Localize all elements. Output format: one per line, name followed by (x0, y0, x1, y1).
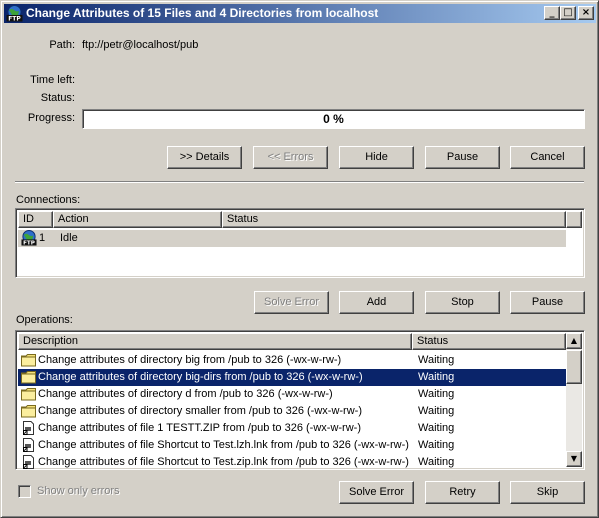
progress-label: Progress: (27, 112, 75, 124)
errors-button[interactable]: << Errors (253, 146, 328, 169)
stop-connection-button[interactable]: Stop (425, 291, 500, 314)
operation-row[interactable]: Change attributes of file Shortcut to Te… (18, 437, 566, 454)
column-header-status[interactable]: Status (222, 211, 566, 228)
path-value: ftp://petr@localhost/pub (82, 39, 199, 51)
ftp-globe-icon: FTP (21, 230, 37, 246)
window-title: Change Attributes of 15 Files and 4 Dire… (26, 6, 379, 20)
stop-connection-label: Stop (451, 296, 474, 308)
operation-description: Change attributes of file Shortcut to Te… (38, 456, 409, 468)
pause-connection-button[interactable]: Pause (510, 291, 585, 314)
operation-description: Change attributes of directory d from /p… (38, 388, 333, 400)
details-button[interactable]: >> Details (167, 146, 242, 169)
close-button[interactable]: × (578, 6, 594, 20)
change-attributes-dialog: FTP Change Attributes of 15 Files and 4 … (0, 0, 599, 518)
pause-button[interactable]: Pause (425, 146, 500, 169)
folder-icon (21, 387, 36, 401)
connection-solve-error-label: Solve Error (263, 296, 320, 308)
operation-status: Waiting (418, 371, 455, 383)
path-label: Path: (49, 39, 75, 51)
column-header-description[interactable]: Description (18, 333, 412, 350)
scroll-down-button[interactable]: ▼ (566, 451, 582, 467)
connections-label: Connections: (16, 194, 81, 206)
operation-status: Waiting (418, 405, 455, 417)
operation-description: Change attributes of directory big-dirs … (38, 371, 363, 383)
solve-error-label: Solve Error (348, 486, 405, 498)
separator (15, 181, 584, 183)
column-header-filler (566, 211, 582, 228)
svg-text:FTP: FTP (23, 241, 35, 246)
connection-action: Idle (60, 232, 78, 244)
scroll-thumb[interactable] (566, 350, 582, 384)
maximize-button[interactable]: □ (560, 6, 576, 20)
folder-icon (21, 404, 36, 418)
retry-label: Retry (449, 486, 476, 498)
operation-row[interactable]: Change attributes of file Shortcut to Te… (18, 454, 566, 469)
operation-description: Change attributes of file 1 TESTT.ZIP fr… (38, 422, 361, 434)
operation-status: Waiting (418, 456, 455, 468)
file-shortcut-icon (21, 421, 36, 435)
solve-error-button[interactable]: Solve Error (339, 481, 414, 504)
operation-row[interactable]: Change attributes of directory smaller f… (18, 403, 566, 420)
folder-icon (21, 370, 36, 384)
operation-status: Waiting (418, 439, 455, 451)
hide-button[interactable]: Hide (339, 146, 414, 169)
operation-row[interactable]: Change attributes of file 1 TESTT.ZIP fr… (18, 420, 566, 437)
file-shortcut-icon (21, 438, 36, 452)
scroll-up-button[interactable]: ▲ (566, 333, 582, 349)
skip-label: Skip (536, 486, 559, 498)
progress-bar: 0 % (82, 109, 585, 129)
show-only-errors-checkbox[interactable] (18, 485, 31, 498)
cancel-button[interactable]: Cancel (510, 146, 585, 169)
operation-row[interactable]: Change attributes of directory d from /p… (18, 386, 566, 403)
operation-description: Change attributes of file Shortcut to Te… (38, 439, 409, 451)
connection-solve-error-button[interactable]: Solve Error (254, 291, 329, 314)
pause-label: Pause (446, 151, 479, 163)
folder-icon (21, 353, 36, 367)
time-left-label: Time left: (30, 74, 75, 86)
status-label: Status: (40, 92, 75, 104)
minimize-button[interactable]: _ (544, 6, 560, 20)
hide-label: Hide (365, 151, 388, 163)
progress-percent: 0 % (323, 112, 344, 126)
ftp-globe-icon: FTP (6, 5, 23, 22)
show-only-errors-label[interactable]: Show only errors (37, 485, 120, 497)
title-bar[interactable]: FTP Change Attributes of 15 Files and 4 … (4, 4, 596, 23)
connections-list[interactable]: ID Action Status FTP 1 Idle (15, 208, 585, 278)
add-connection-button[interactable]: Add (339, 291, 414, 314)
column-header-op-status[interactable]: Status (412, 333, 566, 350)
operations-scrollbar[interactable]: ▲ ▼ (566, 333, 582, 467)
retry-button[interactable]: Retry (425, 481, 500, 504)
operation-status: Waiting (418, 422, 455, 434)
operations-label: Operations: (16, 314, 73, 326)
operations-list[interactable]: Description Status Change attributes of … (15, 330, 585, 470)
operation-row[interactable]: Change attributes of directory big from … (18, 352, 566, 369)
add-connection-label: Add (366, 296, 387, 308)
file-shortcut-icon (21, 455, 36, 469)
operation-status: Waiting (418, 388, 455, 400)
operation-status: Waiting (418, 354, 455, 366)
skip-button[interactable]: Skip (510, 481, 585, 504)
operation-description: Change attributes of directory smaller f… (38, 405, 362, 417)
errors-label: << Errors (267, 151, 314, 163)
column-header-action[interactable]: Action (53, 211, 222, 228)
column-header-id[interactable]: ID (18, 211, 53, 228)
connection-id: 1 (39, 232, 46, 244)
operation-row[interactable]: Change attributes of directory big-dirs … (18, 369, 566, 386)
svg-text:FTP: FTP (8, 16, 21, 23)
pause-connection-label: Pause (531, 296, 564, 308)
connection-row[interactable]: FTP 1 Idle (18, 230, 566, 247)
operation-description: Change attributes of directory big from … (38, 354, 342, 366)
cancel-label: Cancel (530, 151, 565, 163)
details-label: >> Details (179, 151, 230, 163)
